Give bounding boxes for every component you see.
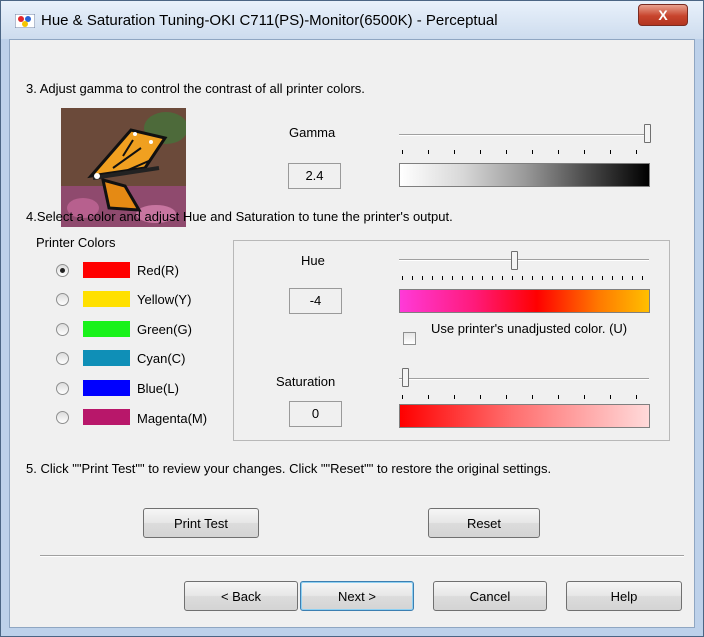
radio-red[interactable] [56, 264, 69, 277]
saturation-gradient-bar [399, 404, 650, 428]
cancel-button[interactable]: Cancel [433, 581, 547, 611]
gamma-instruction: 3. Adjust gamma to control the contrast … [26, 81, 365, 96]
unadjusted-color-label: Use printer's unadjusted color. (U) [431, 321, 628, 336]
radio-blue[interactable] [56, 382, 69, 395]
hue-label: Hue [301, 253, 325, 268]
gamma-value: 2.4 [288, 163, 341, 189]
hue-value: -4 [289, 288, 342, 314]
swatch-cyan [83, 350, 130, 366]
gamma-label: Gamma [289, 125, 336, 140]
dialog-window: Hue & Saturation Tuning-OKI C711(PS)-Mon… [0, 0, 704, 637]
footer-separator [40, 555, 684, 557]
hue-slider-track [399, 259, 649, 261]
back-button[interactable]: < Back [184, 581, 298, 611]
unadjusted-color-checkbox[interactable] [403, 332, 416, 345]
saturation-label: Saturation [276, 374, 336, 389]
saturation-value: 0 [289, 401, 342, 427]
gamma-slider-track [399, 134, 649, 136]
help-button[interactable]: Help [566, 581, 682, 611]
swatch-green [83, 321, 130, 337]
color-label-red: Red(R) [137, 263, 179, 278]
window-title: Hue & Saturation Tuning-OKI C711(PS)-Mon… [41, 12, 498, 29]
swatch-blue [83, 380, 130, 396]
radio-magenta[interactable] [56, 411, 69, 424]
swatch-magenta [83, 409, 130, 425]
color-label-magenta: Magenta(M) [137, 411, 208, 426]
hue-slider-ticks [399, 276, 649, 280]
gamma-slider-thumb[interactable] [644, 124, 651, 143]
gamma-slider-ticks [399, 150, 649, 154]
hue-gradient-bar [399, 289, 650, 313]
color-label-green: Green(G) [137, 322, 192, 337]
reset-button[interactable]: Reset [428, 508, 540, 538]
radio-yellow[interactable] [56, 293, 69, 306]
color-label-yellow: Yellow(Y) [137, 292, 192, 307]
color-label-cyan: Cyan(C) [137, 351, 186, 366]
app-icon [15, 14, 35, 28]
color-label-blue: Blue(L) [137, 381, 179, 396]
saturation-slider-track [399, 378, 649, 380]
radio-cyan[interactable] [56, 352, 69, 365]
printer-colors-label: Printer Colors [36, 235, 116, 250]
swatch-yellow [83, 291, 130, 307]
saturation-slider-ticks [399, 395, 649, 399]
radio-green[interactable] [56, 323, 69, 336]
hue-slider-thumb[interactable] [511, 251, 518, 270]
title-bar[interactable]: Hue & Saturation Tuning-OKI C711(PS)-Mon… [1, 1, 703, 39]
print-test-instruction: 5. Click ""Print Test"" to review your c… [26, 461, 552, 476]
gamma-gradient-bar [399, 163, 650, 187]
hue-sat-instruction: 4.Select a color and adjust Hue and Satu… [26, 209, 453, 224]
close-button[interactable]: X [638, 4, 688, 26]
saturation-slider-thumb[interactable] [402, 368, 409, 387]
swatch-red [83, 262, 130, 278]
dialog-body: 3. Adjust gamma to control the contrast … [9, 39, 695, 628]
print-test-button[interactable]: Print Test [143, 508, 259, 538]
next-button[interactable]: Next > [300, 581, 414, 611]
